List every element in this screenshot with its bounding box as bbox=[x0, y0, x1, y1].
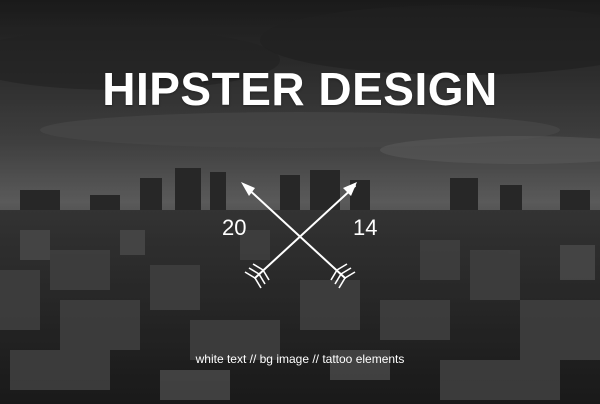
tagline: white text // bg image // tattoo element… bbox=[195, 352, 405, 366]
year-right-label: 14 bbox=[353, 215, 378, 240]
page-title: HIPSTER DESIGN bbox=[102, 63, 498, 115]
year-left-label: 20 bbox=[222, 215, 247, 240]
hero-section: HIPSTER DESIGN 20 14 white text // bg im… bbox=[0, 0, 600, 404]
